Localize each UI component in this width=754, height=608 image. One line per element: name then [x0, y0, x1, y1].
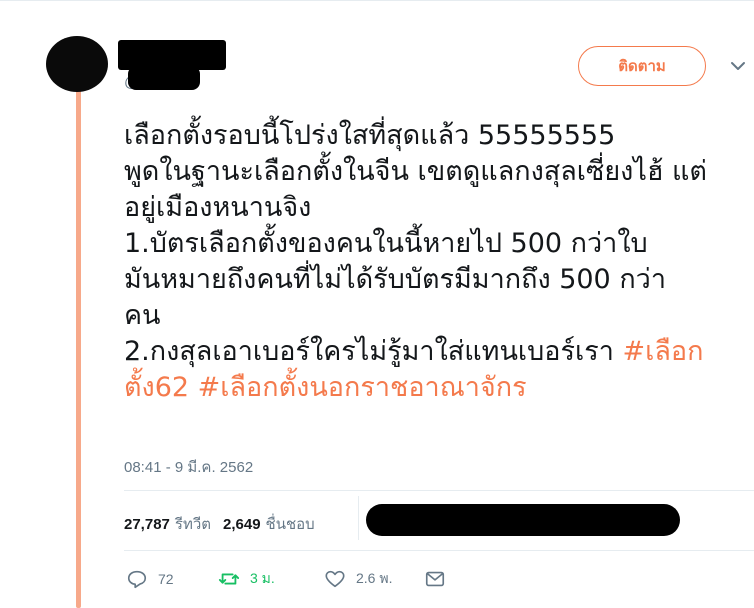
- tweet-text-line: อยู่เมืองหนานจิง: [124, 192, 312, 223]
- tweet-actions: 72 3 ม. 2.6 พ.: [126, 568, 446, 590]
- retweets-label: รีทวีต: [174, 516, 211, 533]
- hashtag-link[interactable]: #เลือก: [622, 336, 703, 367]
- reply-action[interactable]: 72: [126, 568, 218, 590]
- tweet-text-line: 1.บัตรเลือกตั้งของคนในนี้หายไป 500 กว่าใ…: [124, 228, 648, 259]
- tweet-text-line: ตั้ง62 #เลือกตั้งนอกราชอาณาจักร: [124, 370, 750, 406]
- reply-count: 72: [158, 571, 174, 587]
- reply-icon: [127, 570, 147, 589]
- hashtag-link[interactable]: ตั้ง62 #เลือกตั้งนอกราชอาณาจักร: [124, 372, 527, 403]
- like-count: 2.6 พ.: [356, 570, 393, 586]
- mail-icon: [425, 571, 445, 587]
- likes-count: 2,649: [223, 515, 261, 533]
- avatar[interactable]: [46, 36, 108, 92]
- retweets-stat[interactable]: 27,787 รีทวีต: [124, 512, 211, 536]
- tweet-timestamp[interactable]: 08:41 - 9 มี.ค. 2562: [124, 455, 253, 479]
- handle-redaction: [128, 66, 200, 90]
- retweet-count: 3 ม.: [250, 570, 275, 586]
- tweet-text-line: คน: [124, 300, 161, 331]
- tweet-text: เลือกตั้งรอบนี้โปร่งใสที่สุดแล้ว 5555555…: [124, 118, 750, 406]
- retweet-icon: [218, 573, 240, 585]
- direct-message-action[interactable]: [424, 568, 446, 590]
- likes-stat[interactable]: 2,649 ชื่นชอบ: [223, 512, 315, 536]
- chevron-down-icon[interactable]: [730, 60, 746, 72]
- like-action[interactable]: 2.6 พ.: [324, 568, 424, 590]
- divider: [124, 550, 754, 551]
- thread-line: [76, 80, 81, 608]
- liker-avatars-redacted[interactable]: [366, 504, 680, 536]
- follow-button[interactable]: ติดตาม: [578, 46, 706, 86]
- retweet-action[interactable]: 3 ม.: [218, 568, 324, 590]
- top-border: [0, 0, 754, 1]
- heart-icon: [325, 570, 345, 588]
- divider: [124, 490, 754, 491]
- likes-label: ชื่นชอบ: [265, 516, 315, 533]
- tweet-text-line: พูดในฐานะเลือกตั้งในจีน เขตดูแลกงสุลเซี่…: [124, 156, 707, 187]
- tweet-text-line: เลือกตั้งรอบนี้โปร่งใสที่สุดแล้ว 5555555…: [124, 120, 616, 151]
- tweet-text-line: มันหมายถึงคนที่ไม่ได้รับบัตรมีมากถึง 500…: [124, 264, 666, 295]
- retweets-count: 27,787: [124, 515, 170, 533]
- tweet-stats: 27,787 รีทวีต 2,649 ชื่นชอบ: [124, 512, 327, 536]
- stats-separator: [358, 496, 359, 540]
- tweet-text-line: 2.กงสุลเอาเบอร์ใครไม่รู้มาใส่แทนเบอร์เรา…: [124, 336, 704, 367]
